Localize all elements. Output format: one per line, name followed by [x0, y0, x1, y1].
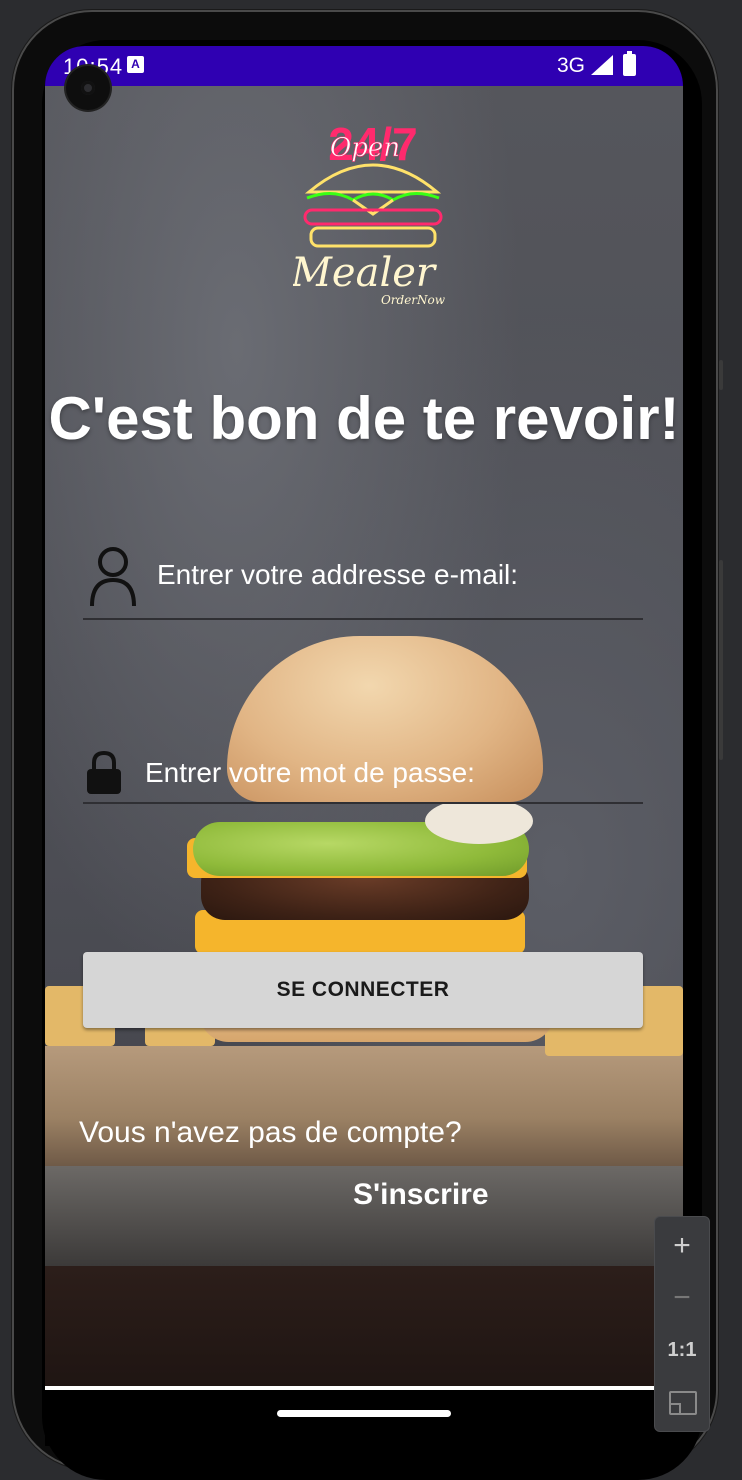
- actual-size-button[interactable]: 1:1: [655, 1325, 709, 1375]
- burger-onion-lower: [425, 798, 533, 844]
- logo-tagline: OrderNow: [381, 293, 446, 307]
- signal-icon: [591, 55, 613, 75]
- home-gesture-handle[interactable]: [277, 1410, 451, 1417]
- battery-icon: [623, 51, 636, 76]
- fit-screen-button[interactable]: [655, 1377, 709, 1427]
- lock-icon: [87, 750, 121, 794]
- volume-button: [719, 560, 723, 760]
- zoom-in-button[interactable]: +: [655, 1221, 709, 1271]
- status-bar: 10:54 A 3G: [45, 46, 683, 86]
- page-title: C'est bon de te revoir!: [48, 385, 680, 452]
- email-field-container: [83, 538, 643, 620]
- front-camera: [66, 66, 110, 110]
- fit-screen-icon: [669, 1391, 697, 1415]
- logo-open: Open: [330, 133, 400, 163]
- device-screen: 10:54 A 3G 24/7 Open Mealer OrderNow C'e…: [45, 46, 683, 1446]
- password-field-container: [83, 730, 643, 804]
- zoom-out-button[interactable]: −: [655, 1273, 709, 1323]
- password-input[interactable]: [143, 750, 627, 796]
- network-type: 3G: [557, 54, 586, 77]
- email-input[interactable]: [155, 552, 629, 598]
- emulator-zoom-panel: + − 1:1: [654, 1216, 710, 1432]
- signup-link[interactable]: S'inscrire: [353, 1178, 489, 1212]
- no-account-text: Vous n'avez pas de compte?: [79, 1116, 462, 1149]
- notification-icon: A: [127, 56, 144, 73]
- side-button: [719, 360, 723, 390]
- logo-brand: Mealer: [293, 250, 438, 296]
- user-icon: [90, 547, 136, 607]
- navigation-bar: [45, 1390, 683, 1446]
- login-button[interactable]: SE CONNECTER: [83, 952, 643, 1028]
- app-logo: 24/7 Open Mealer OrderNow: [293, 118, 446, 307]
